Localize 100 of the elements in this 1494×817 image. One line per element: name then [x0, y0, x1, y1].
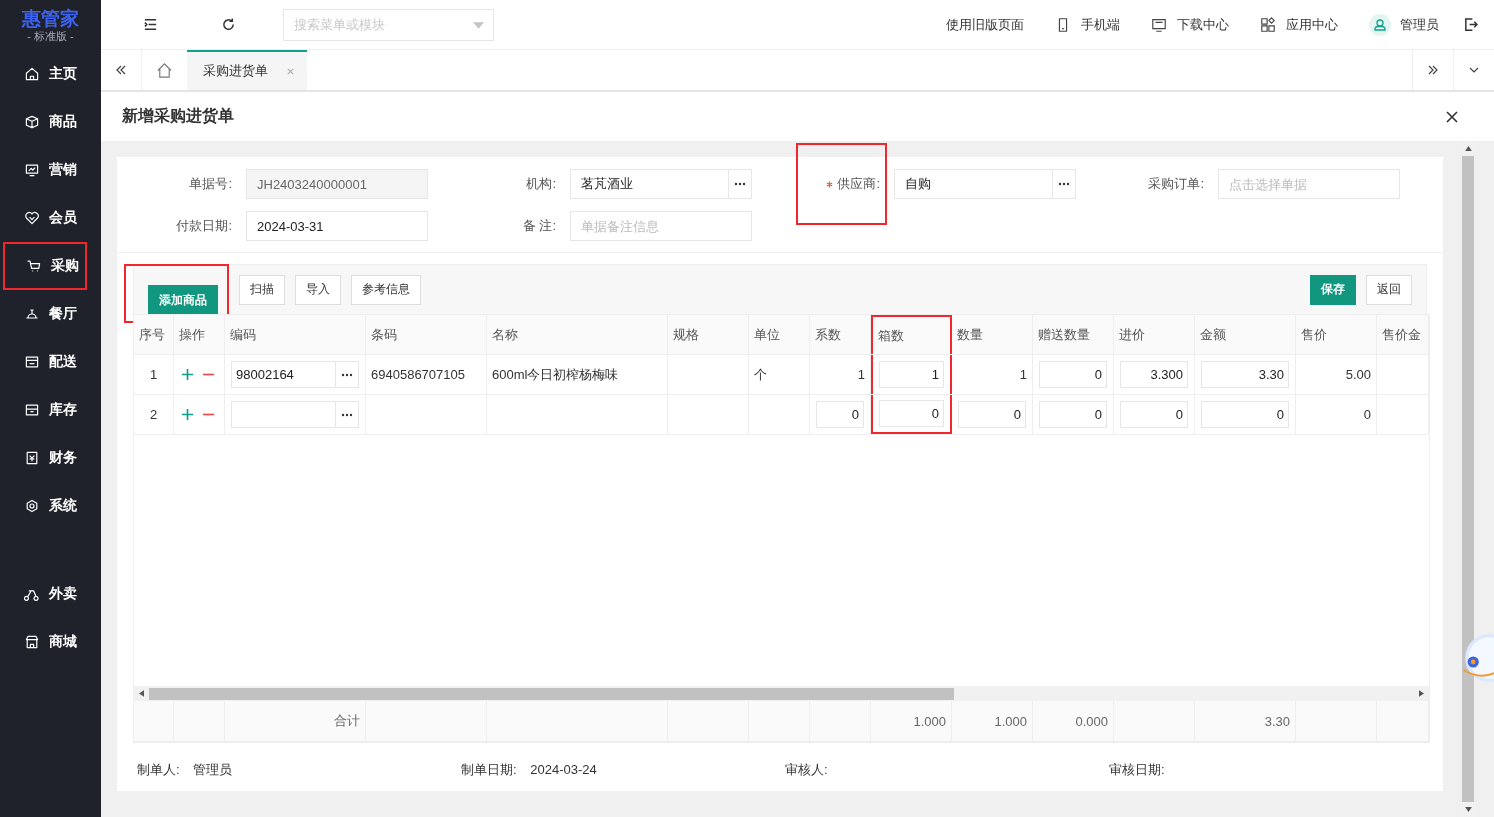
header-link[interactable]: 应用中心: [1260, 15, 1338, 34]
horizontal-scrollbar[interactable]: [134, 686, 1429, 701]
double-chevron-left-icon[interactable]: [115, 64, 127, 76]
menu-item-icon: [24, 354, 40, 370]
input-field[interactable]: 茗芃酒业: [570, 169, 728, 199]
home-icon[interactable]: [156, 61, 173, 79]
input-field[interactable]: 0: [816, 401, 864, 428]
input-field[interactable]: 2024-03-31: [246, 211, 428, 241]
menu-item-icon: [24, 66, 40, 82]
toolbar-button[interactable]: 扫描: [239, 274, 285, 305]
close-icon[interactable]: [1446, 110, 1458, 123]
table-cell: 5.00: [1296, 355, 1377, 394]
column-header: 金额: [1195, 315, 1296, 354]
column-header: 条码: [366, 315, 487, 354]
input-field[interactable]: 单据备注信息: [570, 211, 752, 241]
table-cell: 600ml今日初榨杨梅味: [487, 355, 668, 394]
input-field[interactable]: 3.30: [1201, 361, 1289, 388]
column-header: 名称: [487, 315, 668, 354]
sidebar-item[interactable]: 商城: [0, 618, 101, 666]
table-cell: 6940586707105: [366, 355, 487, 394]
column-header: 箱数: [871, 315, 952, 354]
column-header: 售价金: [1377, 315, 1429, 354]
field-label: 备 注:: [522, 217, 556, 235]
more-icon: [341, 372, 353, 377]
sidebar-item[interactable]: 财务: [0, 434, 101, 482]
header-link[interactable]: 手机端: [1055, 15, 1120, 34]
toolbar-button[interactable]: 参考信息: [351, 274, 421, 305]
toolbar-button[interactable]: 添加商品: [148, 285, 218, 315]
more-icon: [1058, 182, 1070, 186]
column-header: 序号: [134, 315, 174, 354]
sidebar-item[interactable]: 餐厅: [0, 290, 101, 338]
column-header: 进价: [1114, 315, 1195, 354]
input-field[interactable]: 0: [1201, 401, 1289, 428]
column-header: 系数: [810, 315, 871, 354]
input-field[interactable]: [231, 401, 335, 428]
toolbar-button[interactable]: 导入: [295, 274, 341, 305]
table-cell: 1: [134, 355, 174, 394]
footer-label: 制单人:: [137, 762, 180, 777]
table-cell: 1: [952, 355, 1033, 394]
sidebar-item[interactable]: 会员: [0, 194, 101, 242]
total-cell: 1.000: [952, 701, 1033, 741]
add-row-icon[interactable]: [181, 408, 194, 421]
menu-item-icon: [26, 258, 42, 274]
total-cell: 合计: [225, 701, 366, 741]
input-field[interactable]: 0: [1120, 401, 1188, 428]
refresh-icon[interactable]: [221, 17, 236, 32]
footer-label: 审核人:: [785, 762, 828, 777]
sidebar-item[interactable]: 库存: [0, 386, 101, 434]
menu-icon[interactable]: [143, 17, 158, 32]
double-chevron-right-icon[interactable]: [1427, 64, 1439, 76]
sidebar-item[interactable]: 系统: [0, 482, 101, 530]
input-field[interactable]: 自购: [894, 169, 1052, 199]
more-icon: [341, 412, 353, 417]
column-header: 赠送数量: [1033, 315, 1114, 354]
input-field[interactable]: 98002164: [231, 361, 335, 388]
menu-item-icon: [24, 498, 40, 514]
scroll-down-icon[interactable]: [1464, 807, 1472, 812]
menu-item-icon: [24, 162, 40, 178]
input-field[interactable]: 0: [1039, 361, 1107, 388]
required-icon: [826, 180, 834, 188]
apps-icon: [1260, 16, 1276, 33]
add-row-icon[interactable]: [181, 368, 194, 381]
page-tab[interactable]: 采购进货单: [187, 50, 307, 90]
table-cell: 个: [749, 355, 810, 394]
scroll-right-icon[interactable]: [1419, 690, 1424, 697]
input-field[interactable]: 点击选择单据: [1218, 169, 1400, 199]
input-field[interactable]: 0: [879, 400, 944, 427]
footer-label: 审核日期:: [1109, 762, 1165, 777]
menu-item-icon: [24, 450, 40, 466]
menu-item-icon: [24, 402, 40, 418]
user-avatar-icon[interactable]: [1369, 13, 1391, 36]
sidebar-item[interactable]: 采购: [3, 242, 87, 290]
header-link[interactable]: 使用旧版页面: [946, 15, 1024, 34]
table-cell: 1: [810, 355, 871, 394]
toolbar-button[interactable]: 返回: [1366, 274, 1412, 305]
logo-text: 惠管家: [22, 7, 79, 30]
column-header: 数量: [952, 315, 1033, 354]
field-label: 机构:: [526, 175, 556, 193]
menu-item-icon: [24, 634, 40, 650]
more-icon: [734, 182, 746, 186]
sidebar-item[interactable]: 主页: [0, 50, 101, 98]
input-field[interactable]: JH2403240000001: [246, 169, 428, 199]
input-field[interactable]: 1: [879, 361, 944, 388]
scroll-left-icon[interactable]: [139, 690, 144, 697]
scroll-up-icon[interactable]: [1464, 146, 1472, 151]
sidebar-item[interactable]: 配送: [0, 338, 101, 386]
sidebar-item[interactable]: 商品: [0, 98, 101, 146]
sidebar-item[interactable]: 营销: [0, 146, 101, 194]
header-link[interactable]: 下载中心: [1151, 15, 1229, 34]
column-header: 编码: [225, 315, 366, 354]
sidebar-item[interactable]: 外卖: [0, 570, 101, 618]
total-cell: 3.30: [1195, 701, 1296, 741]
user-name[interactable]: 管理员: [1400, 15, 1439, 34]
logout-icon[interactable]: [1463, 17, 1478, 32]
input-field[interactable]: 0: [1039, 401, 1107, 428]
input-field[interactable]: 3.300: [1120, 361, 1188, 388]
menu-item-icon: [24, 306, 40, 322]
input-field[interactable]: 0: [958, 401, 1026, 428]
field-label: 单据号:: [189, 175, 232, 193]
toolbar-button[interactable]: 保存: [1310, 274, 1356, 305]
